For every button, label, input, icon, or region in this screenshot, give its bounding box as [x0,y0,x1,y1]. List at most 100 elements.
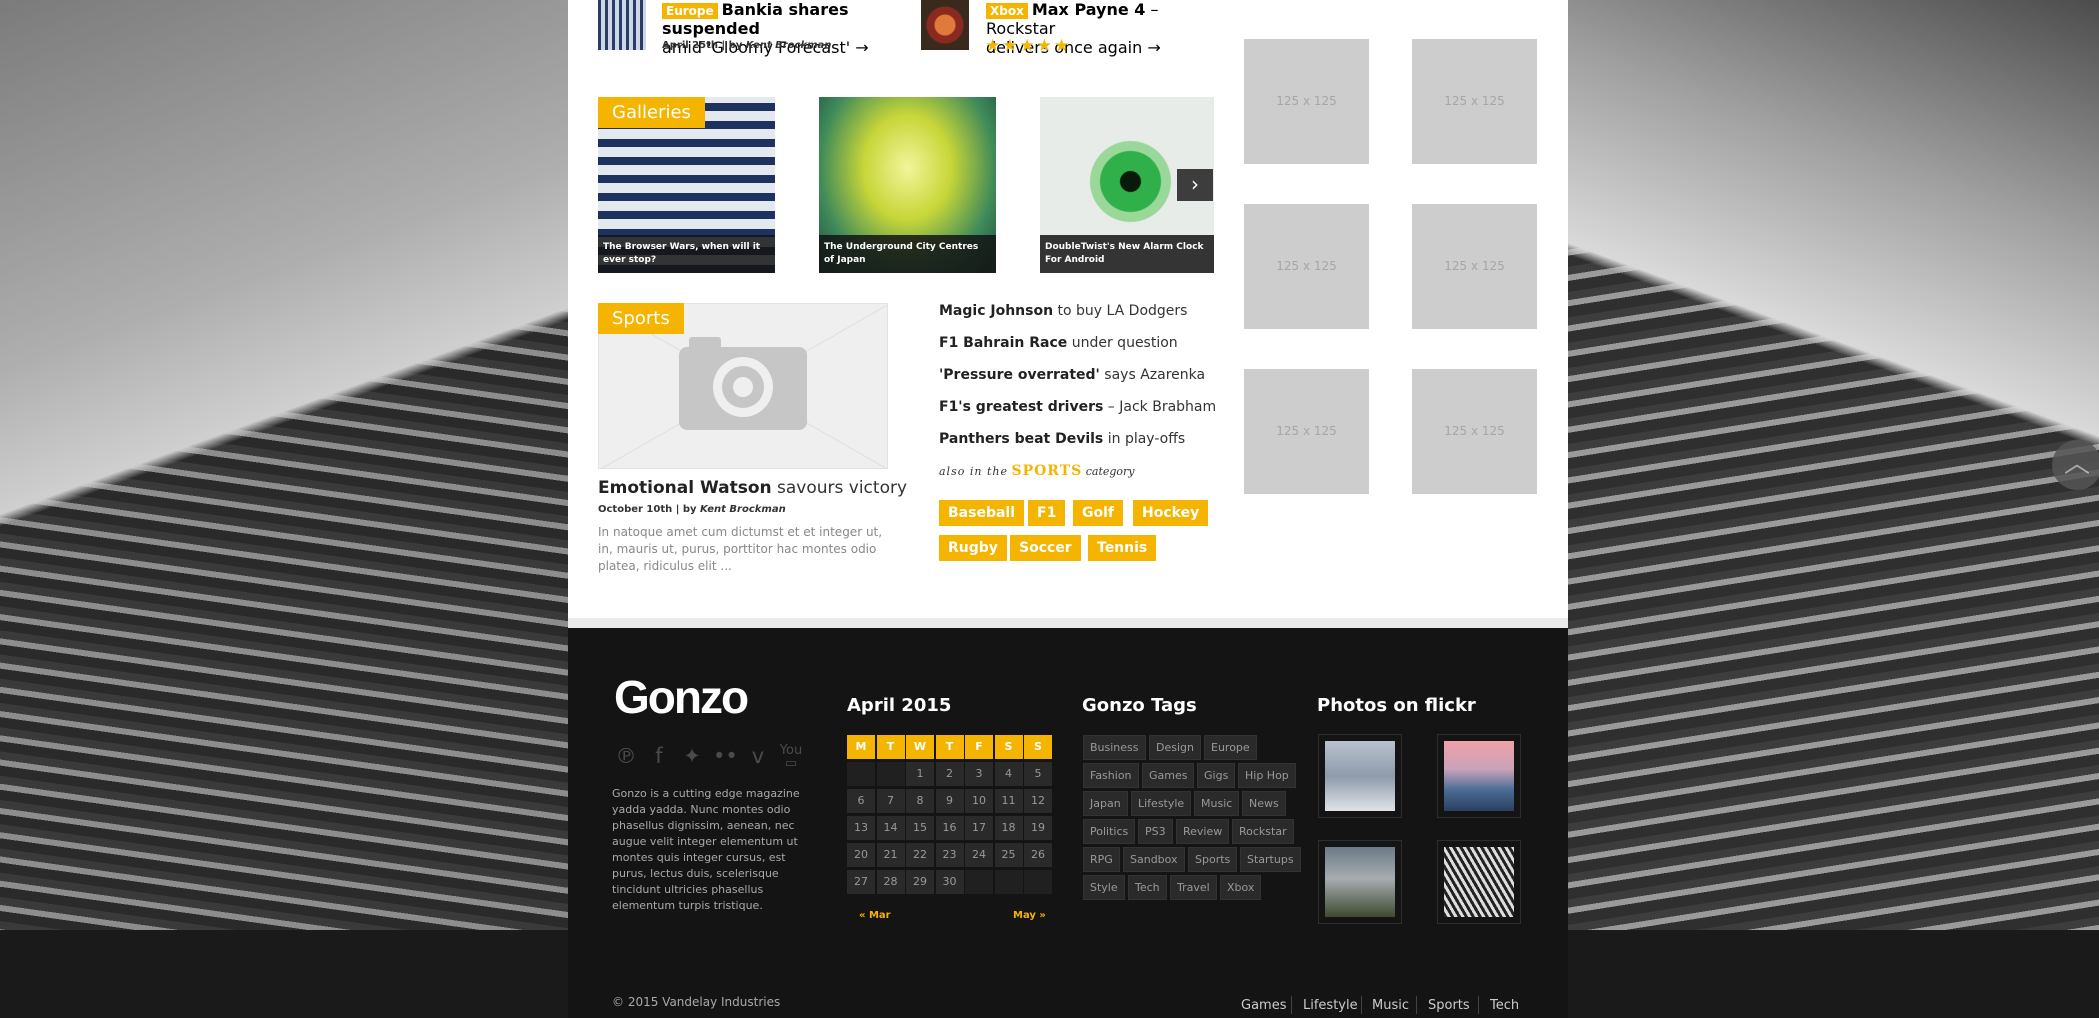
sports-tag[interactable]: Golf [1073,500,1123,526]
calendar-day[interactable]: 21 [876,843,905,867]
footer-tag[interactable]: Lifestyle [1131,791,1192,816]
footer-tag[interactable]: Hip Hop [1238,763,1296,788]
footer-tag[interactable]: Sandbox [1123,847,1185,872]
footer-tag[interactable]: Japan [1083,791,1128,816]
footer-tag[interactable]: Startups [1240,847,1301,872]
gallery-caption[interactable]: DoubleTwist's New Alarm Clock For Androi… [1040,235,1214,273]
sports-list-item[interactable]: Magic Johnson to buy LA Dodgers [939,303,1187,319]
youtube-icon[interactable]: You ▭ [779,744,803,770]
flickr-icon[interactable]: •• [713,744,738,768]
chevron-right-icon[interactable]: › [1177,169,1213,201]
sports-tag[interactable]: Tennis [1088,535,1157,561]
sports-tag[interactable]: Hockey [1133,500,1209,526]
footer-tag[interactable]: Sports [1188,847,1238,872]
gallery-caption[interactable]: The Underground City Centres of Japan [819,235,996,273]
ad-slot[interactable]: 125 x 125 [1244,369,1369,494]
sports-list-item[interactable]: Panthers beat Devils in play-offs [939,431,1185,447]
sports-list-item[interactable]: F1's greatest drivers – Jack Brabham [939,399,1216,415]
footer-tag[interactable]: Tech [1128,875,1167,900]
gallery-caption[interactable]: The Browser Wars, when will it ever stop… [598,235,775,273]
calendar-day[interactable]: 23 [935,843,964,867]
calendar-day[interactable]: 24 [965,843,993,867]
news-tag[interactable]: Europe [662,3,718,19]
calendar-day[interactable]: 7 [876,789,905,813]
footer-tag[interactable]: News [1242,791,1286,816]
footer-tag[interactable]: Xbox [1220,875,1262,900]
calendar-day[interactable]: 27 [847,870,875,894]
calendar-day[interactable]: 17 [965,816,993,840]
sports-tag[interactable]: Rugby [939,535,1007,561]
footer-tag[interactable]: Design [1149,735,1201,760]
calendar-day[interactable]: 9 [935,789,964,813]
ad-slot[interactable]: 125 x 125 [1244,204,1369,329]
pinterest-icon[interactable]: ℗ [614,744,638,768]
ad-slot[interactable]: 125 x 125 [1412,369,1537,494]
calendar-day[interactable]: 3 [965,762,993,786]
footer-nav-lifestyle[interactable]: Lifestyle [1303,998,1358,1013]
sports-list-item[interactable]: F1 Bahrain Race under question [939,335,1178,351]
sports-tag[interactable]: F1 [1028,500,1066,526]
back-to-top-button[interactable]: ︿ [2052,440,2099,490]
author-link[interactable]: Kent Brockman [746,40,832,51]
calendar-day[interactable]: 19 [1024,816,1052,840]
footer-tag[interactable]: RPG [1083,847,1120,872]
flickr-photo[interactable] [1318,840,1402,924]
footer-nav-tech[interactable]: Tech [1490,998,1519,1013]
flickr-photo[interactable] [1437,734,1521,818]
footer-tag[interactable]: Style [1083,875,1125,900]
calendar-day[interactable]: 20 [847,843,875,867]
gallery-item[interactable]: The Underground City Centres of Japan [819,97,996,273]
galleries-label[interactable]: Galleries [598,97,705,128]
sports-label[interactable]: Sports [598,303,684,334]
ad-slot[interactable]: 125 x 125 [1244,39,1369,164]
calendar-day[interactable]: 18 [994,816,1023,840]
calendar-day[interactable]: 1 [906,762,934,786]
calendar-prev-link[interactable]: « Mar [859,910,891,921]
footer-nav-sports[interactable]: Sports [1428,998,1470,1013]
calendar-day[interactable]: 12 [1024,789,1052,813]
calendar-day[interactable]: 5 [1024,762,1052,786]
calendar-day[interactable]: 13 [847,816,875,840]
calendar-day[interactable]: 25 [994,843,1023,867]
calendar-day[interactable]: 4 [994,762,1023,786]
news-tag[interactable]: Xbox [986,3,1028,19]
footer-nav-music[interactable]: Music [1372,998,1409,1013]
facebook-icon[interactable]: f [647,744,671,768]
news-thumb-bankia[interactable] [598,0,646,50]
calendar-day[interactable]: 11 [994,789,1023,813]
sports-headline[interactable]: Emotional Watson savours victory [598,478,907,498]
calendar-day[interactable]: 30 [935,870,964,894]
calendar-day[interactable]: 22 [906,843,934,867]
ad-slot[interactable]: 125 x 125 [1412,204,1537,329]
calendar-next-link[interactable]: May » [1013,910,1046,921]
calendar-day[interactable]: 15 [906,816,934,840]
footer-tag[interactable]: Politics [1083,819,1136,844]
calendar-day[interactable]: 10 [965,789,993,813]
sports-tag[interactable]: Baseball [939,500,1025,526]
footer-tag[interactable]: Gigs [1197,763,1236,788]
arrow-right-icon[interactable]: → [855,38,868,57]
calendar-day[interactable]: 26 [1024,843,1052,867]
category-link[interactable]: SPORTS [1011,463,1082,479]
footer-tag[interactable]: Europe [1204,735,1257,760]
footer-nav-games[interactable]: Games [1241,998,1286,1013]
footer-tag[interactable]: Games [1142,763,1195,788]
calendar-day[interactable]: 28 [876,870,905,894]
vimeo-icon[interactable]: v [746,744,770,768]
sports-tag[interactable]: Soccer [1010,535,1081,561]
footer-tag[interactable]: Music [1194,791,1240,816]
footer-logo[interactable]: Gonzo [614,670,749,724]
calendar-day[interactable]: 6 [847,789,875,813]
news-title-bold[interactable]: Max Payne 4 [1032,0,1146,19]
footer-tag[interactable]: PS3 [1138,819,1173,844]
footer-tag[interactable]: Travel [1170,875,1217,900]
author-link[interactable]: Kent Brockman [700,504,786,515]
flickr-photo[interactable] [1437,840,1521,924]
footer-tag[interactable]: Review [1176,819,1230,844]
twitter-icon[interactable]: ✦ [680,744,704,768]
sports-list-item[interactable]: 'Pressure overrated' says Azarenka [939,367,1205,383]
arrow-right-icon[interactable]: → [1147,38,1160,57]
flickr-photo[interactable] [1318,734,1402,818]
news-thumb-maxpayne[interactable] [921,0,969,50]
footer-tag[interactable]: Business [1083,735,1146,760]
